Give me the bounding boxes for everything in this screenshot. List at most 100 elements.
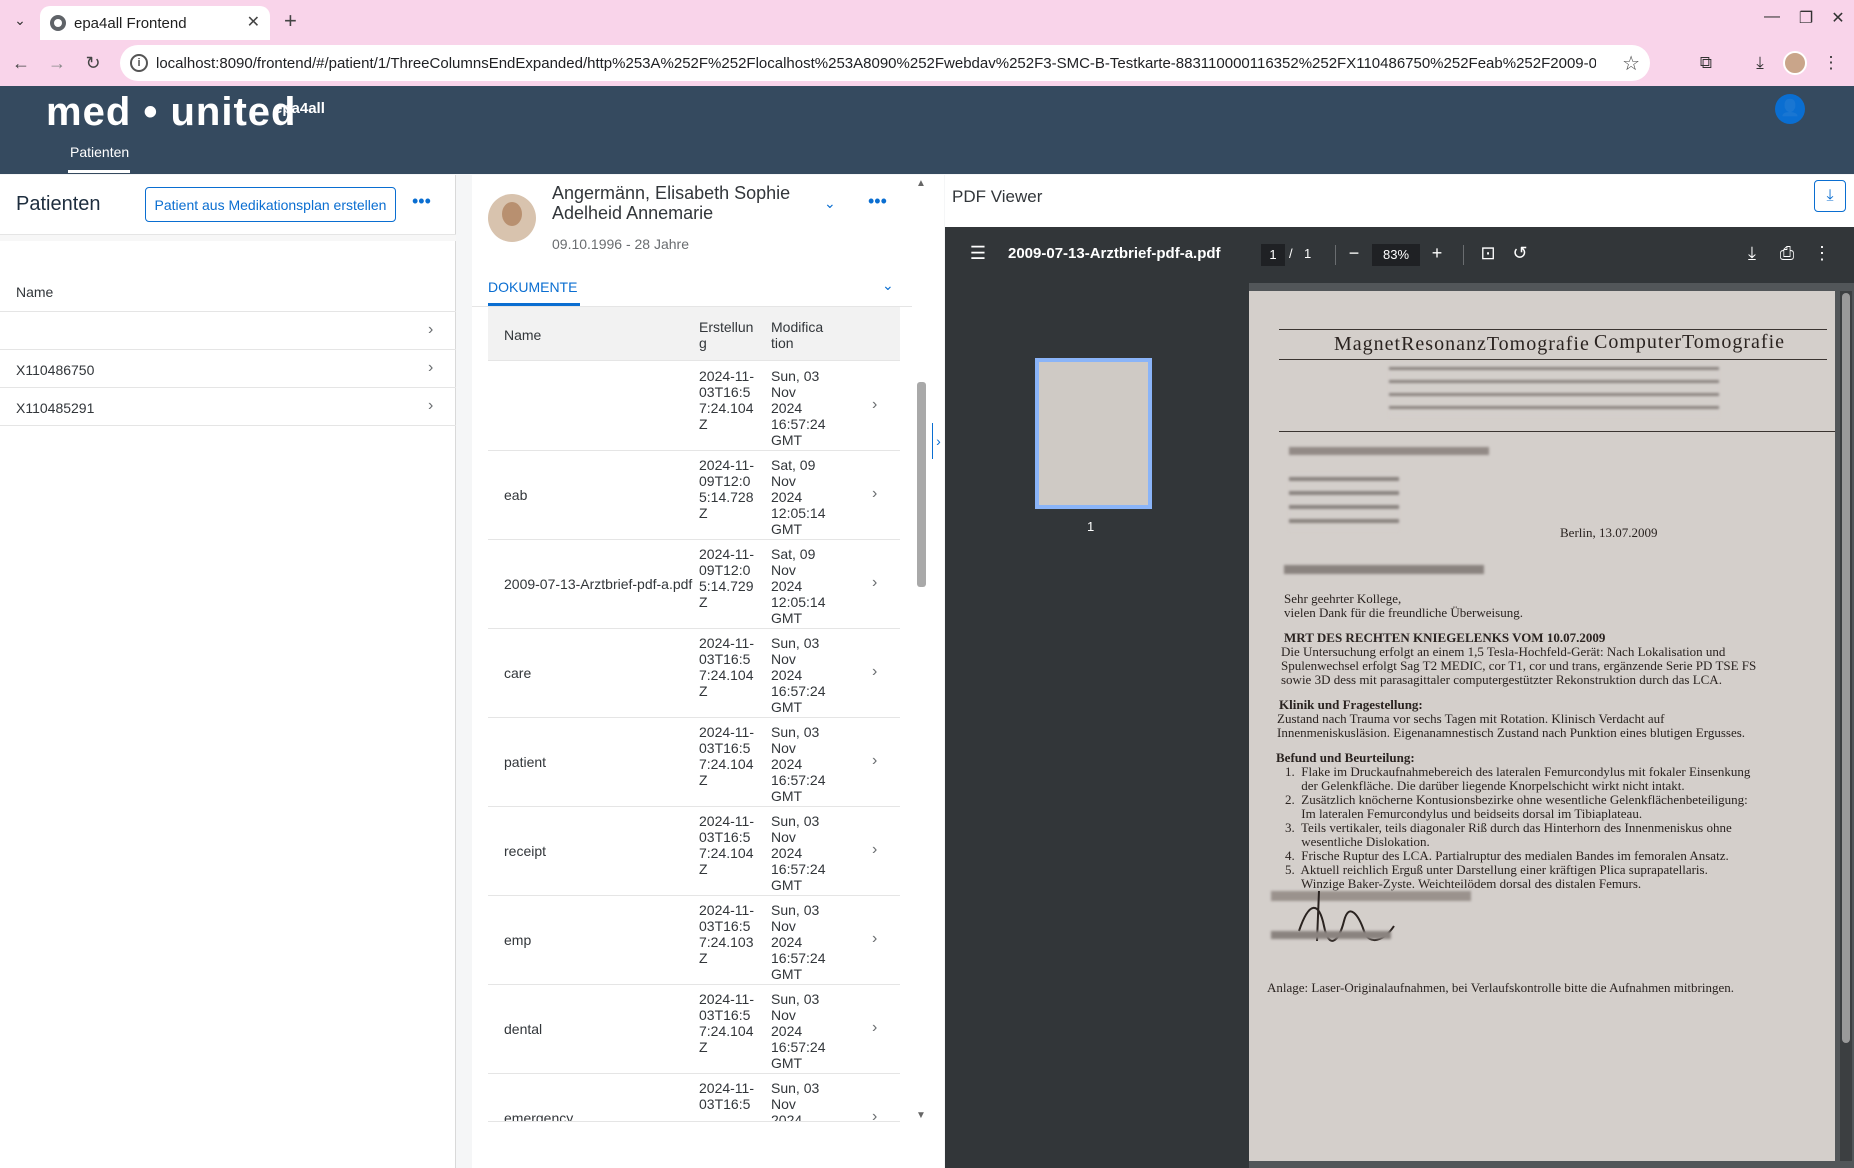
profile-avatar[interactable] (1783, 51, 1807, 75)
document-name: patient (504, 754, 547, 770)
document-name: emergency (504, 1110, 574, 1122)
chevron-right-icon: › (872, 663, 878, 680)
logo-subtitle: epa4all (274, 100, 325, 117)
more-icon[interactable]: ••• (412, 191, 431, 212)
letterhead-left: MagnetResonanzTomografie (1334, 333, 1590, 355)
report-text: Innenmeniskusläsion. Eigenanamnestisch Z… (1277, 725, 1746, 740)
browser-tab-bar: ⌄ epa4all Frontend ✕ + — ❐ ✕ (0, 0, 1854, 40)
new-tab-icon[interactable]: + (284, 8, 297, 34)
page-scrollbar[interactable] (1842, 293, 1850, 1043)
table-row[interactable]: care 2024-11-03T16:57:24.104Z Sun, 03 Nov … (488, 629, 900, 718)
list-item[interactable]: X110486750 › (0, 351, 456, 388)
chevron-right-icon: › (872, 1108, 878, 1122)
url-text[interactable]: localhost:8090/frontend/#/patient/1/Thre… (156, 55, 1596, 72)
table-row[interactable]: patient 2024-11-03T16:57:24.104Z Sun, 03 N… (488, 718, 900, 807)
site-info-icon[interactable]: i (130, 54, 148, 72)
zoom-out-icon[interactable]: − (1342, 243, 1366, 264)
modified-column-header: Modifica tion (771, 319, 824, 351)
favicon-icon (50, 15, 66, 31)
create-patient-button[interactable]: Patient aus Medikationsplan erstellen (145, 187, 396, 222)
zoom-input[interactable]: 83% (1372, 244, 1420, 266)
back-icon[interactable]: ← (8, 50, 34, 76)
download-icon[interactable]: ⤓ (1814, 180, 1846, 212)
bookmark-star-icon[interactable]: ☆ (1622, 51, 1640, 76)
chevron-right-icon: › (872, 574, 878, 591)
menu-icon[interactable]: ☰ (966, 243, 990, 264)
divider (1335, 245, 1336, 265)
chevron-down-icon[interactable]: ⌄ (824, 195, 836, 212)
signature-name (1271, 931, 1391, 939)
forward-icon[interactable]: → (44, 50, 70, 76)
created-date: 2024-11-03T16:57:24.104Z (699, 635, 755, 699)
tab-dokumente[interactable]: DOKUMENTE (488, 279, 577, 295)
reload-icon[interactable]: ↻ (80, 50, 106, 76)
patients-toolbar (0, 235, 456, 241)
patients-column: Patienten Patient aus Medikationsplan er… (0, 175, 456, 1168)
created-date: 2024-11-03T16:57:24.104Z (699, 813, 755, 877)
column-gap (457, 175, 472, 1168)
rotate-icon[interactable]: ↺ (1508, 243, 1532, 264)
list-item[interactable]: X110485291 › (0, 389, 456, 426)
patient-name: Angermänn, Elisabeth Sophie Adelheid Ann… (552, 183, 791, 223)
pdf-viewer-title: PDF Viewer (952, 187, 1043, 206)
zoom-in-icon[interactable]: + (1425, 243, 1449, 264)
table-row[interactable]: 2024-11-03T16:57:24.104Z Sun, 03 Nov 2024… (488, 362, 900, 451)
patients-header: Patienten Patient aus Medikationsplan er… (0, 175, 456, 235)
print-icon[interactable]: ⎙ (1775, 243, 1799, 264)
nav-tab-patienten[interactable]: Patienten (70, 144, 129, 160)
extensions-icon[interactable]: ⧉ (1693, 50, 1719, 76)
more-icon[interactable]: ••• (868, 191, 887, 212)
modified-date: Sat, 09 Nov 2024 12:05:14 GMT (771, 546, 826, 626)
page-number-input[interactable]: 1 (1261, 244, 1285, 266)
scroll-down-icon[interactable]: ▼ (916, 1110, 926, 1121)
more-vertical-icon[interactable]: ⋮ (1810, 243, 1834, 264)
fit-page-icon[interactable]: ⊡ (1476, 243, 1500, 264)
letterhead-address (1389, 363, 1719, 417)
name-column-header: Name (504, 327, 542, 343)
address-bar[interactable]: i localhost:8090/frontend/#/patient/1/Th… (120, 45, 1650, 81)
table-row[interactable]: eab 2024-11-09T12:05:14.728Z Sat, 09 Nov 2… (488, 451, 900, 540)
documents-table-header: Name Erstellun g Modifica tion (488, 307, 900, 361)
scrollbar[interactable] (917, 382, 926, 587)
list-item[interactable]: › (0, 313, 456, 350)
scroll-up-icon[interactable]: ▲ (916, 178, 926, 189)
chevron-down-icon[interactable]: ⌄ (882, 277, 894, 294)
letterhead-rule (1279, 359, 1827, 360)
patient-line (1284, 565, 1484, 574)
restore-icon[interactable]: ❐ (1794, 8, 1818, 28)
close-tab-icon[interactable]: ✕ (247, 12, 260, 32)
minimize-icon[interactable]: — (1760, 8, 1784, 26)
created-date: 2024-11-09T12:05:14.729Z (699, 546, 755, 610)
table-row[interactable]: emergency 2024-11-03T16:5 Sun, 03 Nov 2024… (488, 1074, 900, 1122)
logo: med • united (46, 90, 297, 134)
table-row[interactable]: 2009-07-13-Arztbrief-pdf-a.pdf 2024-11-09… (488, 540, 900, 629)
page-total: 1 (1304, 246, 1312, 261)
close-window-icon[interactable]: ✕ (1826, 8, 1850, 28)
chevron-right-icon: › (872, 485, 878, 502)
document-name: emp (504, 932, 532, 948)
user-icon[interactable]: 👤 (1775, 94, 1805, 124)
document-name: care (504, 665, 532, 681)
patient-detail-column: Angermänn, Elisabeth Sophie Adelheid Ann… (472, 175, 944, 1168)
chevron-right-icon: › (872, 841, 878, 858)
letterhead-rule (1279, 431, 1835, 432)
table-row[interactable]: receipt 2024-11-03T16:57:24.104Z Sun, 03 N… (488, 807, 900, 896)
created-date: 2024-11-03T16:57:24.104Z (699, 368, 755, 432)
thumbnail-sidebar: 1 (945, 283, 1249, 1168)
download-icon[interactable]: ⤓ (1747, 50, 1773, 76)
browser-tab[interactable]: epa4all Frontend ✕ (40, 6, 270, 40)
browser-menu-icon[interactable]: ⋮ (1818, 50, 1844, 76)
column-splitter[interactable]: › (932, 423, 944, 459)
table-row[interactable]: dental 2024-11-03T16:57:24.104Z Sun, 03 No… (488, 985, 900, 1074)
pdf-toolbar: ☰ 2009-07-13-Arztbrief-pdf-a.pdf 1 / 1 −… (945, 227, 1854, 283)
table-row[interactable]: emp 2024-11-03T16:57:24.103Z Sun, 03 Nov 2… (488, 896, 900, 985)
patient-id: X110485291 (16, 400, 95, 416)
download-icon[interactable]: ⤓ (1740, 243, 1764, 264)
pdf-page: MagnetResonanzTomografie ComputerTomogra… (1249, 291, 1835, 1161)
page-thumbnail[interactable] (1035, 358, 1152, 509)
document-name: 2009-07-13-Arztbrief-pdf-a.pdf (504, 576, 693, 592)
recipient-address (1289, 473, 1399, 531)
created-date: 2024-11-03T16:5 (699, 1080, 755, 1112)
signature (1298, 890, 1395, 942)
tab-search-icon[interactable]: ⌄ (10, 10, 30, 30)
